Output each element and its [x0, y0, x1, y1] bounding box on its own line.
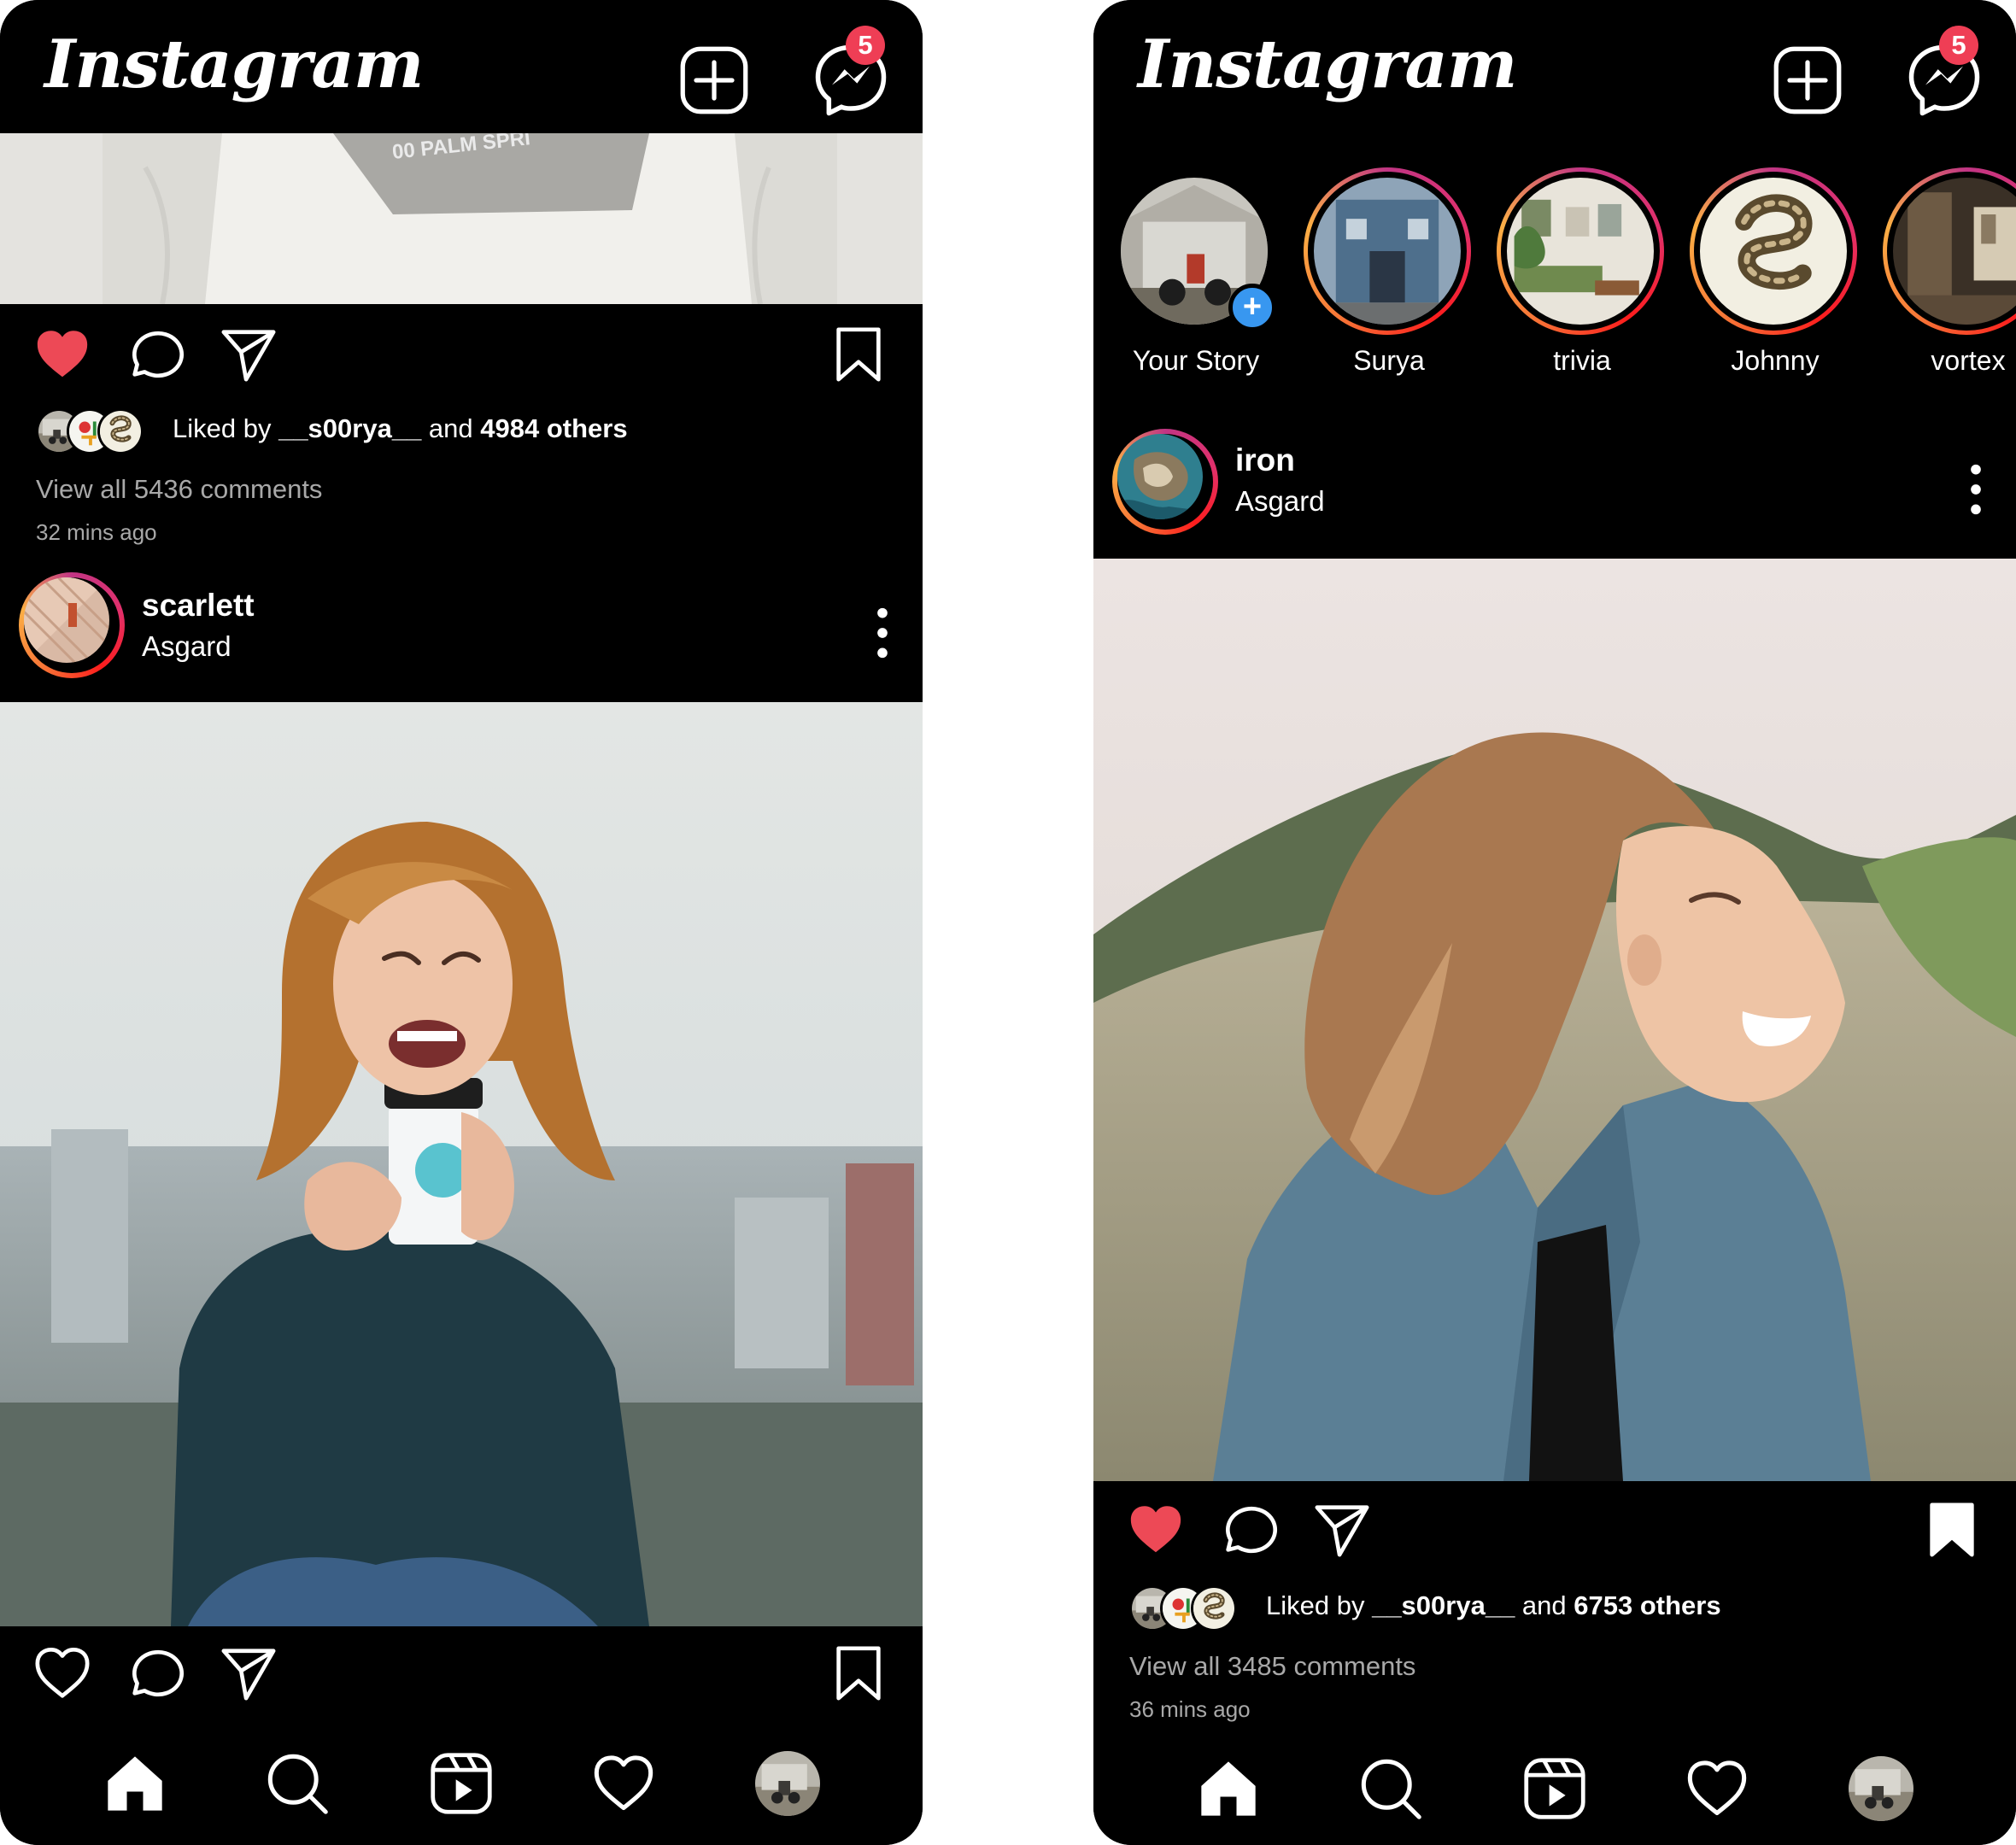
save-icon[interactable] — [1922, 1500, 1982, 1560]
stories-tray: + Your Story Surya trivia Johnny vortex — [1093, 167, 2016, 390]
post-actions — [0, 1626, 923, 1720]
liked-by-username[interactable]: __s00rya__ — [278, 413, 421, 443]
save-icon[interactable] — [829, 325, 888, 384]
post-author-avatar[interactable] — [19, 572, 125, 678]
story-trivia[interactable]: trivia — [1497, 167, 1667, 390]
story-avatar — [1507, 178, 1654, 325]
reels-icon[interactable] — [429, 1751, 494, 1816]
unread-badge: 5 — [1939, 26, 1978, 65]
new-post-button[interactable] — [1772, 44, 1843, 116]
liked-by-row[interactable]: Liked by __s00rya__ and 6753 others — [1129, 1582, 1984, 1631]
post-location[interactable]: Asgard — [1235, 485, 1325, 518]
story-label: Johnny — [1731, 345, 1820, 376]
liker-avatar — [97, 408, 144, 454]
share-icon[interactable] — [219, 1643, 278, 1703]
instagram-logo: Instagram — [44, 26, 424, 103]
post-author-avatar[interactable] — [1112, 429, 1218, 535]
comment-icon[interactable] — [1218, 1500, 1278, 1560]
post-actions — [0, 308, 923, 401]
liked-by-row[interactable]: Liked by __s00rya__ and 4984 others — [36, 405, 890, 454]
home-icon[interactable] — [1196, 1756, 1261, 1821]
post-header: scarlett Asgard — [0, 571, 923, 699]
home-icon[interactable] — [103, 1751, 167, 1816]
save-icon[interactable] — [829, 1643, 888, 1703]
liked-by-text: Liked by __s00rya__ and 6753 others — [1266, 1590, 1721, 1620]
left-phone-screen: Instagram 5 00 PALM SPRI Liked by __s00r… — [0, 0, 923, 1845]
previous-post-photo[interactable]: 00 PALM SPRI — [0, 133, 923, 304]
search-icon[interactable] — [1358, 1756, 1423, 1821]
more-options-icon[interactable] — [865, 603, 900, 663]
story-avatar — [1700, 178, 1847, 325]
instagram-logo: Instagram — [1138, 26, 1517, 103]
view-comments-link[interactable]: View all 3485 comments — [1129, 1651, 1415, 1682]
story-label: trivia — [1553, 345, 1611, 376]
post-actions — [1093, 1483, 2016, 1577]
share-icon[interactable] — [1312, 1500, 1372, 1560]
post-photo[interactable] — [0, 702, 923, 1626]
liked-by-text: Liked by __s00rya__ and 4984 others — [173, 413, 628, 443]
story-vortex[interactable]: vortex — [1883, 167, 2016, 390]
like-icon[interactable] — [1126, 1500, 1186, 1560]
story-surya[interactable]: Surya — [1304, 167, 1474, 390]
liked-by-username[interactable]: __s00rya__ — [1372, 1590, 1515, 1620]
story-label: vortex — [1931, 345, 2006, 376]
view-comments-link[interactable]: View all 5436 comments — [36, 474, 322, 505]
post-location[interactable]: Asgard — [142, 630, 231, 663]
story-label: Your Story — [1132, 345, 1260, 376]
liked-by-count[interactable]: 4984 others — [480, 413, 627, 443]
story-label: Surya — [1353, 345, 1425, 376]
new-post-button[interactable] — [678, 44, 750, 116]
post-timestamp: 32 mins ago — [36, 519, 157, 545]
story-johnny[interactable]: Johnny — [1690, 167, 1861, 390]
post-header: iron Asgard — [1093, 417, 2016, 545]
right-phone-screen: Instagram 5 + Your Story Surya trivia Jo… — [1093, 0, 2016, 1845]
story-avatar — [1314, 178, 1461, 325]
add-story-icon[interactable]: + — [1228, 284, 1276, 331]
share-icon[interactable] — [219, 325, 278, 384]
unread-badge: 5 — [846, 26, 885, 65]
activity-icon[interactable] — [591, 1751, 656, 1816]
reels-icon[interactable] — [1522, 1756, 1587, 1821]
post-username[interactable]: scarlett — [142, 588, 255, 624]
comment-icon[interactable] — [125, 325, 185, 384]
profile-avatar[interactable] — [1849, 1756, 1913, 1821]
bottom-nav-bar — [0, 1725, 923, 1845]
liker-avatar — [1191, 1585, 1237, 1631]
profile-avatar[interactable] — [755, 1751, 820, 1816]
like-icon[interactable] — [32, 1643, 92, 1703]
activity-icon[interactable] — [1685, 1756, 1749, 1821]
post-timestamp: 36 mins ago — [1129, 1696, 1251, 1722]
post-photo[interactable] — [1093, 559, 2016, 1481]
top-bar: Instagram 5 — [0, 0, 923, 133]
comment-icon[interactable] — [125, 1643, 185, 1703]
like-icon[interactable] — [32, 325, 92, 384]
liked-by-count[interactable]: 6753 others — [1574, 1590, 1720, 1620]
search-icon[interactable] — [265, 1751, 330, 1816]
top-bar: Instagram 5 — [1093, 0, 2016, 133]
bottom-nav-bar — [1093, 1739, 2016, 1845]
post-username[interactable]: iron — [1235, 442, 1295, 478]
more-options-icon[interactable] — [1959, 460, 1993, 519]
story-your-story[interactable]: + Your Story — [1111, 167, 1281, 390]
